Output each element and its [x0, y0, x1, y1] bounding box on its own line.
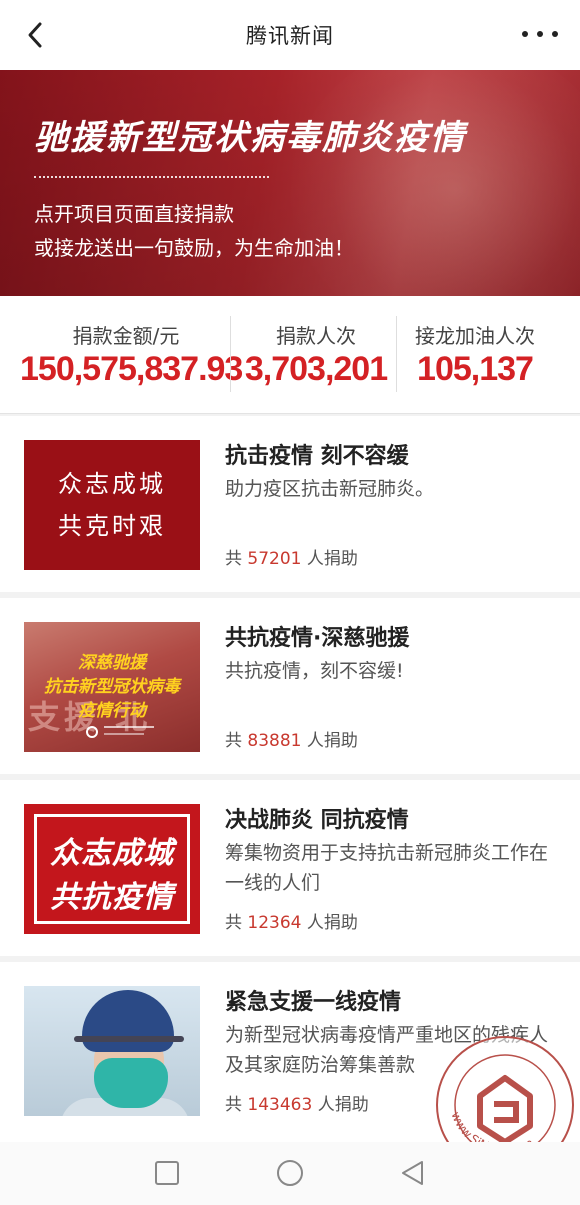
donation-stats: 捐款金额/元 150,575,837.93 捐款人次 3,703,201 接龙加…	[0, 296, 580, 414]
more-dot	[537, 31, 543, 37]
project-title: 紧急支援一线疫情	[225, 990, 402, 1015]
stat-amount: 捐款金额/元 150,575,837.93	[20, 296, 243, 414]
stat-value: 3,703,201	[244, 350, 388, 388]
banner-subtitle-1: 点开项目页面直接捐款	[34, 202, 234, 226]
banner-title: 驰援新型冠状病毒肺炎疫情	[34, 118, 466, 158]
count-suffix: 人捐助	[306, 549, 358, 569]
count-number: 143463	[247, 1095, 313, 1115]
project-desc: 共抗疫情，刻不容缓!	[225, 660, 404, 682]
page-title: 腾讯新闻	[246, 24, 334, 48]
project-thumbnail: 众志成城 共抗疫情	[24, 804, 200, 934]
stat-divider	[396, 316, 397, 392]
thumb-text: 抗击新型冠状病毒	[44, 677, 180, 697]
project-title: 抗击疫情 刻不容缓	[225, 444, 409, 469]
back-triangle-icon[interactable]	[398, 1158, 428, 1188]
face-mask-icon	[94, 1058, 168, 1108]
campaign-banner[interactable]: 驰援新型冠状病毒肺炎疫情 点开项目页面直接捐款 或接龙送出一句鼓励，为生命加油！	[0, 70, 580, 296]
chevron-left-icon	[28, 22, 42, 48]
thumb-text: 众志成城	[58, 470, 166, 498]
home-icon[interactable]	[275, 1158, 305, 1188]
project-thumbnail	[24, 986, 200, 1116]
stat-label: 接龙加油人次	[415, 324, 535, 348]
charity-logo-icon	[86, 726, 98, 738]
more-dot	[552, 31, 558, 37]
logo-caption	[104, 733, 144, 735]
stat-donors: 捐款人次 3,703,201	[236, 296, 396, 414]
thumb-text: 共抗疫情	[50, 880, 174, 915]
project-desc: 筹集物资用于支持抗击新冠肺炎工作在一线的人们	[225, 842, 549, 894]
thumb-text: 深慈驰援	[78, 653, 146, 673]
thumb-figure-cap	[82, 990, 174, 1052]
more-dot	[522, 31, 528, 37]
thumb-text: 众志成城	[50, 836, 174, 871]
project-card[interactable]: 众志成城 共克时艰 抗击疫情 刻不容缓 助力疫区抗击新冠肺炎。 共 57201 …	[0, 416, 580, 592]
count-number: 57201	[247, 549, 302, 569]
banner-shade	[0, 70, 580, 296]
stat-cheers: 接龙加油人次 105,137	[400, 296, 550, 414]
thumb-text: 共克时艰	[58, 512, 166, 540]
stat-label: 捐款人次	[276, 324, 356, 348]
count-suffix: 人捐助	[306, 731, 358, 751]
project-donor-count: 共 143463 人捐助	[225, 1090, 369, 1115]
stat-label: 捐款金额/元	[72, 324, 180, 348]
stat-divider	[230, 316, 231, 392]
project-donor-count: 共 12364 人捐助	[225, 908, 358, 933]
count-prefix: 共	[225, 731, 242, 751]
count-number: 83881	[247, 731, 302, 751]
app-header: 腾讯新闻	[0, 0, 580, 70]
system-nav-bar	[0, 1142, 580, 1205]
recent-apps-icon[interactable]	[152, 1158, 182, 1188]
more-button[interactable]	[522, 20, 558, 48]
project-thumbnail: 众志成城 共克时艰	[24, 440, 200, 570]
project-desc: 助力疫区抗击新冠肺炎。	[225, 478, 435, 500]
count-number: 12364	[247, 913, 302, 933]
stat-value: 105,137	[417, 350, 534, 388]
count-suffix: 人捐助	[317, 1095, 369, 1115]
count-prefix: 共	[225, 913, 242, 933]
stat-value: 150,575,837.93	[20, 350, 243, 388]
project-card[interactable]: 支援 北 深慈驰援 抗击新型冠状病毒 疫情行动 共抗疫情·深慈驰援 共抗疫情，刻…	[0, 598, 580, 774]
thumb-text: 疫情行动	[78, 701, 146, 721]
project-card[interactable]: 众志成城 共抗疫情 决战肺炎 同抗疫情 筹集物资用于支持抗击新冠肺炎工作在一线的…	[0, 780, 580, 956]
thumb-figure-goggle	[74, 1036, 184, 1042]
project-thumbnail: 支援 北 深慈驰援 抗击新型冠状病毒 疫情行动	[24, 622, 200, 752]
count-prefix: 共	[225, 549, 242, 569]
logo-caption	[104, 726, 154, 728]
project-donor-count: 共 83881 人捐助	[225, 726, 358, 751]
banner-divider	[34, 176, 269, 178]
project-title: 共抗疫情·深慈驰援	[225, 626, 410, 651]
count-suffix: 人捐助	[306, 913, 358, 933]
back-button[interactable]	[18, 18, 52, 52]
project-donor-count: 共 57201 人捐助	[225, 544, 358, 569]
project-title: 决战肺炎 同抗疫情	[225, 808, 409, 833]
banner-subtitle-2: 或接龙送出一句鼓励，为生命加油！	[34, 236, 354, 260]
count-prefix: 共	[225, 1095, 242, 1115]
